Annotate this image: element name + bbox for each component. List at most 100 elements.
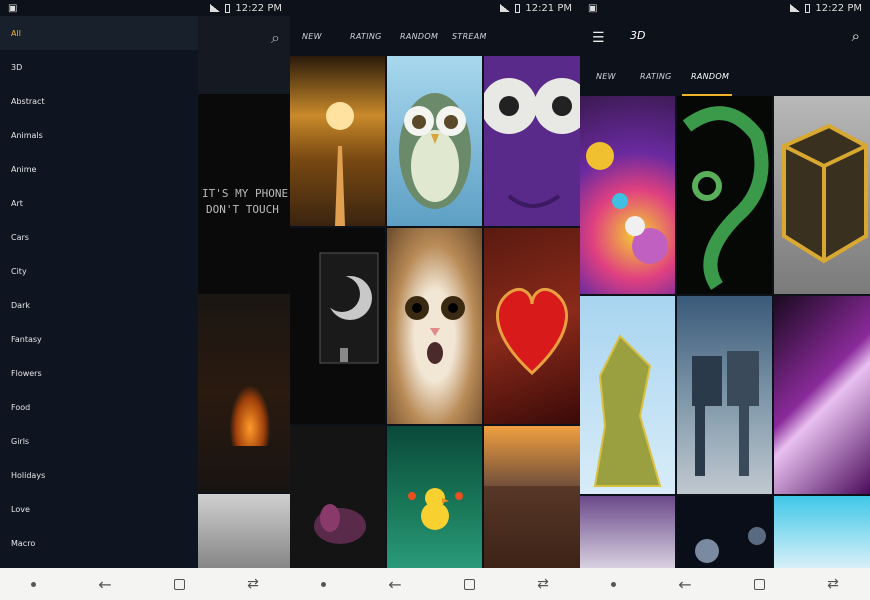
system-nav-bar: ← ⇄ — [290, 568, 580, 600]
system-nav-bar: ← ⇄ — [580, 568, 870, 600]
page-title: 3D — [630, 29, 646, 42]
home-dot-icon[interactable] — [31, 581, 37, 587]
green-liquid-image — [682, 106, 769, 290]
cat-image — [405, 296, 465, 364]
back-icon[interactable]: ← — [98, 575, 111, 594]
drawer-item-art[interactable]: Art — [0, 186, 198, 220]
wallpaper-thumbnail[interactable] — [677, 96, 772, 294]
wallpaper-text: IT'S MY PHONE DON'T TOUCH — [202, 187, 289, 216]
wallpaper-thumbnail[interactable] — [580, 296, 675, 494]
recents-icon[interactable]: ⇄ — [827, 576, 839, 592]
tab-rating[interactable]: RATING — [640, 72, 672, 81]
drawer-item-3d[interactable]: 3D — [0, 50, 198, 84]
drawer-item-animals[interactable]: Animals — [0, 118, 198, 152]
battery-icon — [515, 3, 521, 13]
flower-image — [314, 504, 366, 544]
status-time: 12:22 PM — [815, 2, 862, 14]
back-icon[interactable]: ← — [388, 575, 401, 594]
gold-cube-image — [782, 123, 868, 264]
tab-stream[interactable]: STREAM — [452, 32, 487, 41]
tab-bar: NEW RATING RANDOM — [580, 58, 870, 96]
image-notification-icon: ▣ — [588, 2, 598, 14]
search-icon[interactable]: ⌕ — [271, 28, 280, 48]
signal-icon — [210, 4, 221, 12]
drawer-item-cars[interactable]: Cars — [0, 220, 198, 254]
drawer-item-fantasy[interactable]: Fantasy — [0, 322, 198, 356]
wallpaper-thumbnail[interactable] — [580, 496, 675, 568]
wallpaper-thumbnail[interactable] — [484, 426, 580, 568]
wallpaper-thumbnail[interactable] — [387, 228, 482, 424]
image-notification-icon: ▣ — [8, 2, 18, 14]
battery-icon — [225, 3, 231, 13]
system-nav-bar: ← ⇄ — [0, 568, 290, 600]
screen-categories-drawer: ▣ 12:22 PM ⌕ IT'S MY PHONE DON'T TOUCH A… — [0, 0, 290, 600]
screen-3d-category: ▣ 12:22 PM ☰ 3D ⌕ NEW RATING RANDOM ← ⇄ — [580, 0, 870, 600]
drawer-item-dark[interactable]: Dark — [0, 288, 198, 322]
app-bar: ☰ 3D ⌕ — [580, 16, 870, 58]
tab-bar: NEW RATING RANDOM STREAM — [290, 16, 580, 56]
home-dot-icon[interactable] — [321, 581, 327, 587]
wallpaper-thumbnail[interactable] — [290, 228, 385, 424]
wallpaper-thumbnail[interactable] — [387, 56, 482, 226]
wallpaper-thumbnail[interactable] — [484, 228, 580, 424]
signal-icon — [790, 4, 801, 12]
battery-icon — [805, 3, 811, 13]
drawer-item-anime[interactable]: Anime — [0, 152, 198, 186]
back-icon[interactable]: ← — [678, 575, 691, 594]
tab-random[interactable]: RANDOM — [400, 32, 438, 41]
status-time: 12:21 PM — [525, 2, 572, 14]
screen-wallpaper-grid: 12:21 PM NEW RATING RANDOM STREAM ← ⇄ — [290, 0, 580, 600]
status-bar: 12:21 PM — [290, 0, 580, 16]
tab-new[interactable]: NEW — [302, 32, 322, 41]
overview-icon[interactable] — [173, 578, 185, 590]
wallpaper-thumbnail[interactable] — [774, 496, 870, 568]
drawer-item-girls[interactable]: Girls — [0, 424, 198, 458]
drawer-item-macro[interactable]: Macro — [0, 526, 198, 560]
eyes-image — [484, 78, 580, 208]
robot-mech-image — [692, 351, 759, 476]
tab-rating[interactable]: RATING — [350, 32, 382, 41]
wallpaper-thumbnail[interactable] — [774, 96, 870, 294]
signal-icon — [500, 4, 511, 12]
wallpaper-thumbnail[interactable] — [484, 56, 580, 226]
wallpaper-thumbnail[interactable] — [290, 56, 385, 226]
spheres-image — [695, 527, 766, 563]
drawer-item-flowers[interactable]: Flowers — [0, 356, 198, 390]
wallpaper-thumbnail[interactable] — [290, 426, 385, 568]
drawer-item-abstract[interactable]: Abstract — [0, 84, 198, 118]
recents-icon[interactable]: ⇄ — [537, 576, 549, 592]
fire-image — [230, 386, 270, 446]
wallpaper-thumbnail[interactable] — [677, 296, 772, 494]
heart-image — [495, 288, 569, 376]
wireframe-sculpture-image — [593, 334, 662, 487]
status-time: 12:22 PM — [235, 2, 282, 14]
sunset-road-image — [326, 102, 354, 226]
duck-forest-image — [408, 488, 463, 530]
owl-image — [399, 93, 471, 209]
overview-icon[interactable] — [753, 578, 765, 590]
tab-new[interactable]: NEW — [596, 72, 616, 81]
tab-random[interactable]: RANDOM — [691, 72, 729, 81]
wallpaper-thumbnail[interactable] — [580, 96, 675, 294]
status-bar: ▣ 12:22 PM — [0, 0, 290, 16]
home-dot-icon[interactable] — [611, 581, 617, 587]
window-image — [319, 252, 379, 364]
wallpaper-thumbnail[interactable] — [677, 496, 772, 568]
seascape-image — [484, 486, 580, 568]
background-content: ⌕ IT'S MY PHONE DON'T TOUCH — [198, 16, 290, 568]
drawer-item-holidays[interactable]: Holidays — [0, 458, 198, 492]
status-bar: ▣ 12:22 PM — [580, 0, 870, 16]
drawer-item-love[interactable]: Love — [0, 492, 198, 526]
wallpaper-thumbnail[interactable] — [198, 494, 290, 568]
wallpaper-thumbnail[interactable] — [774, 296, 870, 494]
wallpaper-thumbnail[interactable] — [387, 426, 482, 568]
menu-icon[interactable]: ☰ — [592, 30, 605, 46]
recents-icon[interactable]: ⇄ — [247, 576, 259, 592]
drawer-item-food[interactable]: Food — [0, 390, 198, 424]
drawer-item-all[interactable]: All — [0, 16, 198, 50]
spiral-spheres-image — [586, 142, 668, 264]
drawer-item-city[interactable]: City — [0, 254, 198, 288]
category-drawer: All 3D Abstract Animals Anime Art Cars C… — [0, 16, 198, 568]
overview-icon[interactable] — [463, 578, 475, 590]
search-icon[interactable]: ⌕ — [852, 27, 860, 45]
